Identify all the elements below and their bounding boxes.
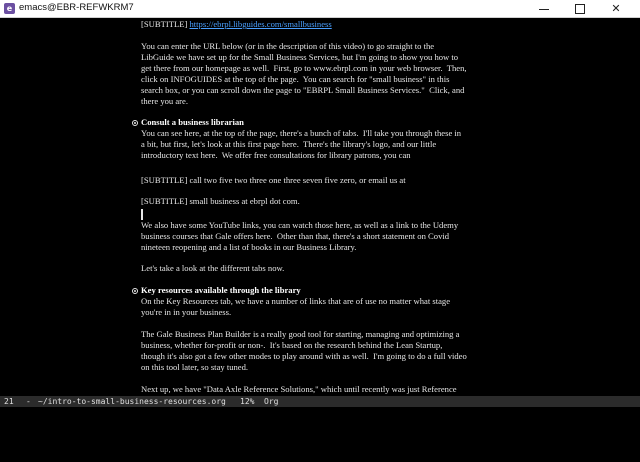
- paragraph-line: We also have some YouTube links, you can…: [141, 220, 459, 230]
- paragraph-line: The Gale Business Plan Builder is a real…: [141, 329, 460, 339]
- paragraph-line: on this tool later, so stay tuned.: [141, 362, 249, 372]
- subtitle-line: [SUBTITLE] call two five two three one t…: [141, 175, 406, 185]
- paragraph-line: business, whether for-profit or non-. It…: [141, 340, 443, 350]
- subtitle-line: [SUBTITLE] https://ebrpl.libguides.com/s…: [141, 19, 332, 30]
- maximize-icon[interactable]: [564, 0, 596, 18]
- major-mode[interactable]: Org: [264, 396, 278, 407]
- heading-key-resources[interactable]: Key resources available through the libr…: [141, 285, 301, 296]
- paragraph-line: You can see here, at the top of the page…: [141, 128, 462, 138]
- close-icon[interactable]: ✕: [600, 0, 632, 18]
- heading-bullet-icon[interactable]: [132, 288, 138, 294]
- paragraph-line: LibGuide we have set up for the Small Bu…: [141, 52, 459, 62]
- mode-line: 21 - ~/intro-to-small-business-resources…: [0, 396, 640, 407]
- buffer-file-name[interactable]: ~/intro-to-small-business-resources.org: [38, 396, 226, 407]
- subtitle-label: [SUBTITLE]: [141, 19, 190, 29]
- heading-consult-librarian[interactable]: Consult a business librarian: [141, 117, 244, 128]
- paragraph-line: Next up, we have "Data Axle Reference So…: [141, 384, 457, 394]
- paragraph-line: Let's take a look at the different tabs …: [141, 263, 285, 273]
- paragraph-line: you're in in your business.: [141, 307, 232, 317]
- paragraph-line: though it's also got a few other modes t…: [141, 351, 467, 361]
- paragraph-line: click on INFOGUIDES at the top of the pa…: [141, 74, 450, 84]
- paragraph-line: business courses that Gale offers here. …: [141, 231, 450, 241]
- libguide-link[interactable]: https://ebrpl.libguides.com/smallbusines…: [189, 19, 331, 29]
- paragraph-line: search box, or you can scroll down the p…: [141, 85, 465, 95]
- text-cursor: [141, 209, 143, 220]
- paragraph-line: get there from our homepage as well. Fir…: [141, 63, 467, 73]
- paragraph-line: there you are.: [141, 96, 189, 106]
- paragraph-line: On the Key Resources tab, we have a numb…: [141, 296, 451, 306]
- paragraph-line: nineteen reopening and a list of books i…: [141, 242, 357, 252]
- minimize-icon[interactable]: [528, 0, 560, 18]
- paragraph-line: introductory text here. We offer free co…: [141, 150, 411, 160]
- heading-bullet-icon[interactable]: [132, 120, 138, 126]
- editor-buffer[interactable]: [SUBTITLE] https://ebrpl.libguides.com/s…: [0, 18, 640, 396]
- line-number: 21: [4, 397, 14, 406]
- minibuffer[interactable]: [0, 407, 640, 418]
- modified-indicator: -: [26, 397, 31, 406]
- subtitle-line: [SUBTITLE] small business at ebrpl dot c…: [141, 196, 300, 206]
- scroll-percent: 12%: [240, 397, 255, 406]
- window-titlebar: e emacs@EBR-REFWKRM7 ✕: [0, 0, 640, 18]
- emacs-icon: e: [4, 3, 15, 14]
- paragraph-line: a bit, but first, let's look at this fir…: [141, 139, 437, 149]
- window-title: emacs@EBR-REFWKRM7: [19, 2, 134, 13]
- paragraph-line: You can enter the URL below (or in the d…: [141, 41, 435, 51]
